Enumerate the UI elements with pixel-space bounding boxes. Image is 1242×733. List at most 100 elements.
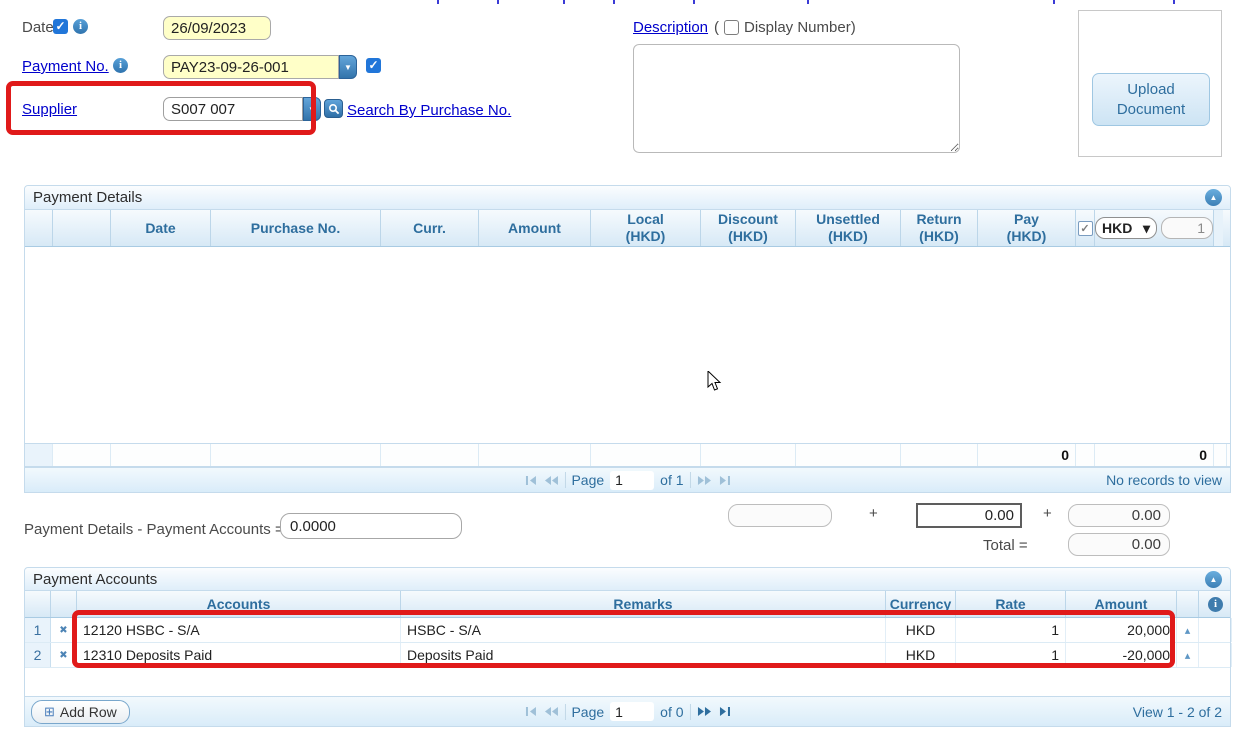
column-header-purchase-no[interactable]: Purchase No.: [211, 210, 381, 246]
page-number-input[interactable]: [610, 471, 654, 490]
column-header-local-hkd[interactable]: Local (HKD): [591, 210, 701, 246]
totals-middle-input[interactable]: [916, 503, 1022, 528]
summary-cell: [111, 444, 211, 466]
column-header-curr[interactable]: Curr.: [381, 210, 479, 246]
prev-page-icon[interactable]: [543, 706, 558, 717]
column-header-currency[interactable]: Currency: [886, 591, 956, 617]
select-all-checkbox[interactable]: ✓: [1078, 221, 1093, 236]
account-cell[interactable]: 12120 HSBC - S/A: [77, 618, 401, 642]
account-row-1[interactable]: 1 ✖ 12120 HSBC - S/A HSBC - S/A HKD 1 20…: [25, 618, 1230, 643]
difference-input[interactable]: [280, 513, 462, 539]
column-header-discount-hkd[interactable]: Discount (HKD): [701, 210, 796, 246]
column-header-unsettled-hkd[interactable]: Unsettled (HKD): [796, 210, 901, 246]
search-icon: [328, 103, 340, 115]
payment-no-dropdown-button[interactable]: ▼: [339, 55, 357, 79]
date-value: 26/09/2023: [171, 20, 246, 37]
payment-no-link[interactable]: Payment No.: [22, 58, 109, 75]
search-by-purchase-link[interactable]: Search By Purchase No.: [347, 102, 511, 119]
plus-sign: +: [869, 505, 878, 522]
payment-no-value: PAY23-09-26-001: [171, 59, 289, 76]
summary-cell: [701, 444, 796, 466]
header-filler: [1214, 210, 1223, 246]
first-page-icon[interactable]: [524, 475, 537, 486]
column-header-rate[interactable]: Rate: [956, 591, 1066, 617]
remarks-cell[interactable]: HSBC - S/A: [401, 618, 886, 642]
supplier-link[interactable]: Supplier: [22, 101, 77, 118]
payment-details-empty-body: [25, 247, 1230, 443]
add-row-button[interactable]: ⊞ Add Row: [31, 700, 130, 724]
column-header-amount[interactable]: Amount: [1066, 591, 1177, 617]
row-action-arrow-icon[interactable]: ▴: [1177, 618, 1199, 642]
page-label: Page: [571, 704, 604, 720]
column-header-amount[interactable]: Amount: [479, 210, 591, 246]
column-header-accounts[interactable]: Accounts: [77, 591, 401, 617]
add-row-label: Add Row: [60, 704, 117, 720]
account-cell[interactable]: 12310 Deposits Paid: [77, 643, 401, 667]
chevron-down-icon: ▼: [308, 105, 316, 114]
next-page-icon[interactable]: [697, 706, 712, 717]
grand-total-value: 0.00: [1132, 536, 1161, 553]
currency-controls-cell: HKD▾: [1095, 210, 1214, 246]
grand-total-input: 0.00: [1068, 533, 1170, 556]
page-number-input[interactable]: [610, 702, 654, 721]
plus-sign: +: [1043, 505, 1052, 522]
upload-document-box: Upload Document: [1078, 10, 1222, 157]
currency-cell[interactable]: HKD: [886, 618, 956, 642]
delete-row-icon[interactable]: ✖: [51, 618, 77, 642]
row-blank-cell: [1199, 643, 1232, 667]
next-page-icon[interactable]: [697, 475, 712, 486]
rate-cell[interactable]: 1: [956, 618, 1066, 642]
collapse-payment-details-button[interactable]: ▲: [1205, 189, 1222, 206]
currency-select-value: HKD: [1102, 220, 1132, 237]
currency-cell[interactable]: HKD: [886, 643, 956, 667]
payment-no-info-icon[interactable]: i: [113, 58, 128, 73]
rate-cell[interactable]: 1: [956, 643, 1066, 667]
delete-row-icon[interactable]: ✖: [51, 643, 77, 667]
date-checkbox[interactable]: ✓: [53, 19, 68, 34]
header-blank: [25, 210, 53, 246]
supplier-dropdown-button[interactable]: ▼: [303, 97, 321, 121]
last-page-icon[interactable]: [718, 475, 731, 486]
date-input[interactable]: 26/09/2023: [163, 16, 271, 40]
amount-cell[interactable]: 20,000: [1066, 618, 1177, 642]
first-page-icon[interactable]: [524, 706, 537, 717]
column-header-pay-hkd[interactable]: Pay (HKD): [978, 210, 1076, 246]
menu-separator-tick: [693, 0, 695, 4]
currency-select[interactable]: HKD▾: [1095, 217, 1157, 239]
account-row-2[interactable]: 2 ✖ 12310 Deposits Paid Deposits Paid HK…: [25, 643, 1230, 668]
summary-cell: [381, 444, 479, 466]
pager-divider: [564, 472, 565, 488]
supplier-value: S007 007: [171, 101, 235, 118]
date-label: Date: [22, 19, 54, 36]
info-icon[interactable]: i: [1208, 597, 1223, 612]
description-link[interactable]: Description: [633, 19, 708, 36]
summary-amount-total: 0: [1095, 444, 1214, 466]
column-header-return-hkd[interactable]: Return (HKD): [901, 210, 978, 246]
exchange-rate-input[interactable]: [1161, 217, 1213, 239]
upload-document-button[interactable]: Upload Document: [1092, 73, 1210, 126]
amount-cell[interactable]: -20,000: [1066, 643, 1177, 667]
display-number-checkbox[interactable]: [724, 20, 739, 35]
column-header-remarks[interactable]: Remarks: [401, 591, 886, 617]
search-button[interactable]: [324, 99, 343, 118]
supplier-input[interactable]: S007 007: [163, 97, 303, 121]
row-action-arrow-icon[interactable]: ▴: [1177, 643, 1199, 667]
last-page-icon[interactable]: [718, 706, 731, 717]
column-header-date[interactable]: Date: [111, 210, 211, 246]
row-number: 1: [25, 618, 51, 642]
payment-entry-screen: Date ✓ i 26/09/2023 Payment No. i PAY23-…: [0, 0, 1242, 733]
payment-no-input[interactable]: PAY23-09-26-001: [163, 55, 339, 79]
prev-page-icon[interactable]: [543, 475, 558, 486]
payment-details-panel: Payment Details ▲ Date Purchase No. Curr…: [24, 185, 1231, 493]
collapse-payment-accounts-button[interactable]: ▲: [1205, 571, 1222, 588]
payment-details-title: Payment Details: [33, 189, 142, 206]
payment-no-checkbox[interactable]: ✓: [366, 58, 381, 73]
payment-accounts-empty-body: [25, 668, 1230, 696]
summary-cell: [591, 444, 701, 466]
payment-accounts-pager: ⊞ Add Row Page of 0 View 1 - 2 of 2: [25, 696, 1230, 726]
description-textarea[interactable]: [633, 44, 960, 153]
header-blank: [51, 591, 77, 617]
remarks-cell[interactable]: Deposits Paid: [401, 643, 886, 667]
payment-details-summary-row: 0 0: [25, 443, 1230, 467]
date-info-icon[interactable]: i: [73, 19, 88, 34]
